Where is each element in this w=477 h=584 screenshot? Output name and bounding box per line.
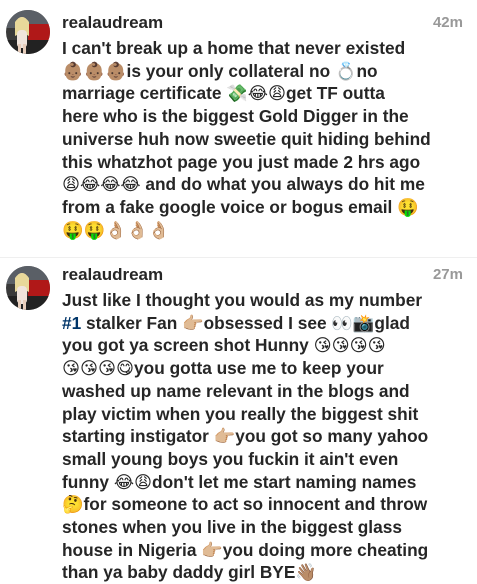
comment-line: marriage certificate 💸😂😩get TF outta	[62, 83, 385, 104]
comment-line: 😘😘😘😋you gotta use me to keep your	[62, 358, 384, 379]
comment-line: you got ya screen shot Hunny 😘😘😘😘	[62, 335, 386, 356]
comment-line: #1 stalker Fan 👉🏼obsessed I see 👀📸glad	[62, 312, 410, 333]
comment-line: 😩😂😂😂 and do what you always do hit me	[62, 174, 425, 195]
comment-line: here who is the biggest Gold Digger in t…	[62, 106, 409, 127]
comment-timestamp: 42m	[432, 14, 463, 31]
comment-line: universe huh now sweetie quit hiding beh…	[62, 128, 431, 149]
comment-line: I can't break up a home that never exist…	[62, 38, 406, 58]
comment-text: Just like I thought you would as my numb…	[62, 289, 470, 584]
comment-text: I can't break up a home that never exist…	[62, 37, 470, 241]
comment-username[interactable]: realaudream	[62, 265, 163, 285]
avatar[interactable]	[6, 266, 50, 310]
comment-line: small young boys you fuckin it ain't eve…	[62, 448, 399, 469]
avatar[interactable]	[6, 10, 50, 54]
comment-line: funny 😂😩don't let me start naming names	[62, 471, 417, 492]
comment-line: starting instigator 👉🏼you got so many ya…	[62, 426, 429, 447]
comment-line: play victim when you really the biggest …	[62, 403, 419, 424]
comment-item: realaudream 42m I can't break up a home …	[0, 0, 477, 258]
comment-item: realaudream 27m Just like I thought you …	[0, 258, 477, 584]
comment-line: house in Nigeria 👉🏼you doing more cheati…	[62, 539, 429, 560]
comment-line: from a fake google voice or bogus email …	[62, 196, 419, 217]
comment-line: 🤔for someone to act so innocent and thro…	[62, 494, 428, 515]
comment-line: this whatzhot page you just made 2 hrs a…	[62, 151, 421, 172]
comment-line: 👶🏽👶🏽👶🏽is your only collateral no 💍no	[62, 60, 378, 81]
comment-line: than ya baby daddy girl BYE👋🏽	[62, 562, 317, 583]
hashtag-link[interactable]: #1	[62, 313, 81, 333]
comment-line: Just like I thought you would as my numb…	[62, 290, 423, 310]
comment-line: washed up name relevant in the blogs and	[62, 380, 410, 401]
comment-line: stones when you live in the biggest glas…	[62, 517, 402, 538]
comment-timestamp: 27m	[432, 266, 463, 283]
comment-line: 🤑🤑👌🏼👌🏼👌🏼	[62, 219, 170, 240]
comment-username[interactable]: realaudream	[62, 13, 163, 33]
